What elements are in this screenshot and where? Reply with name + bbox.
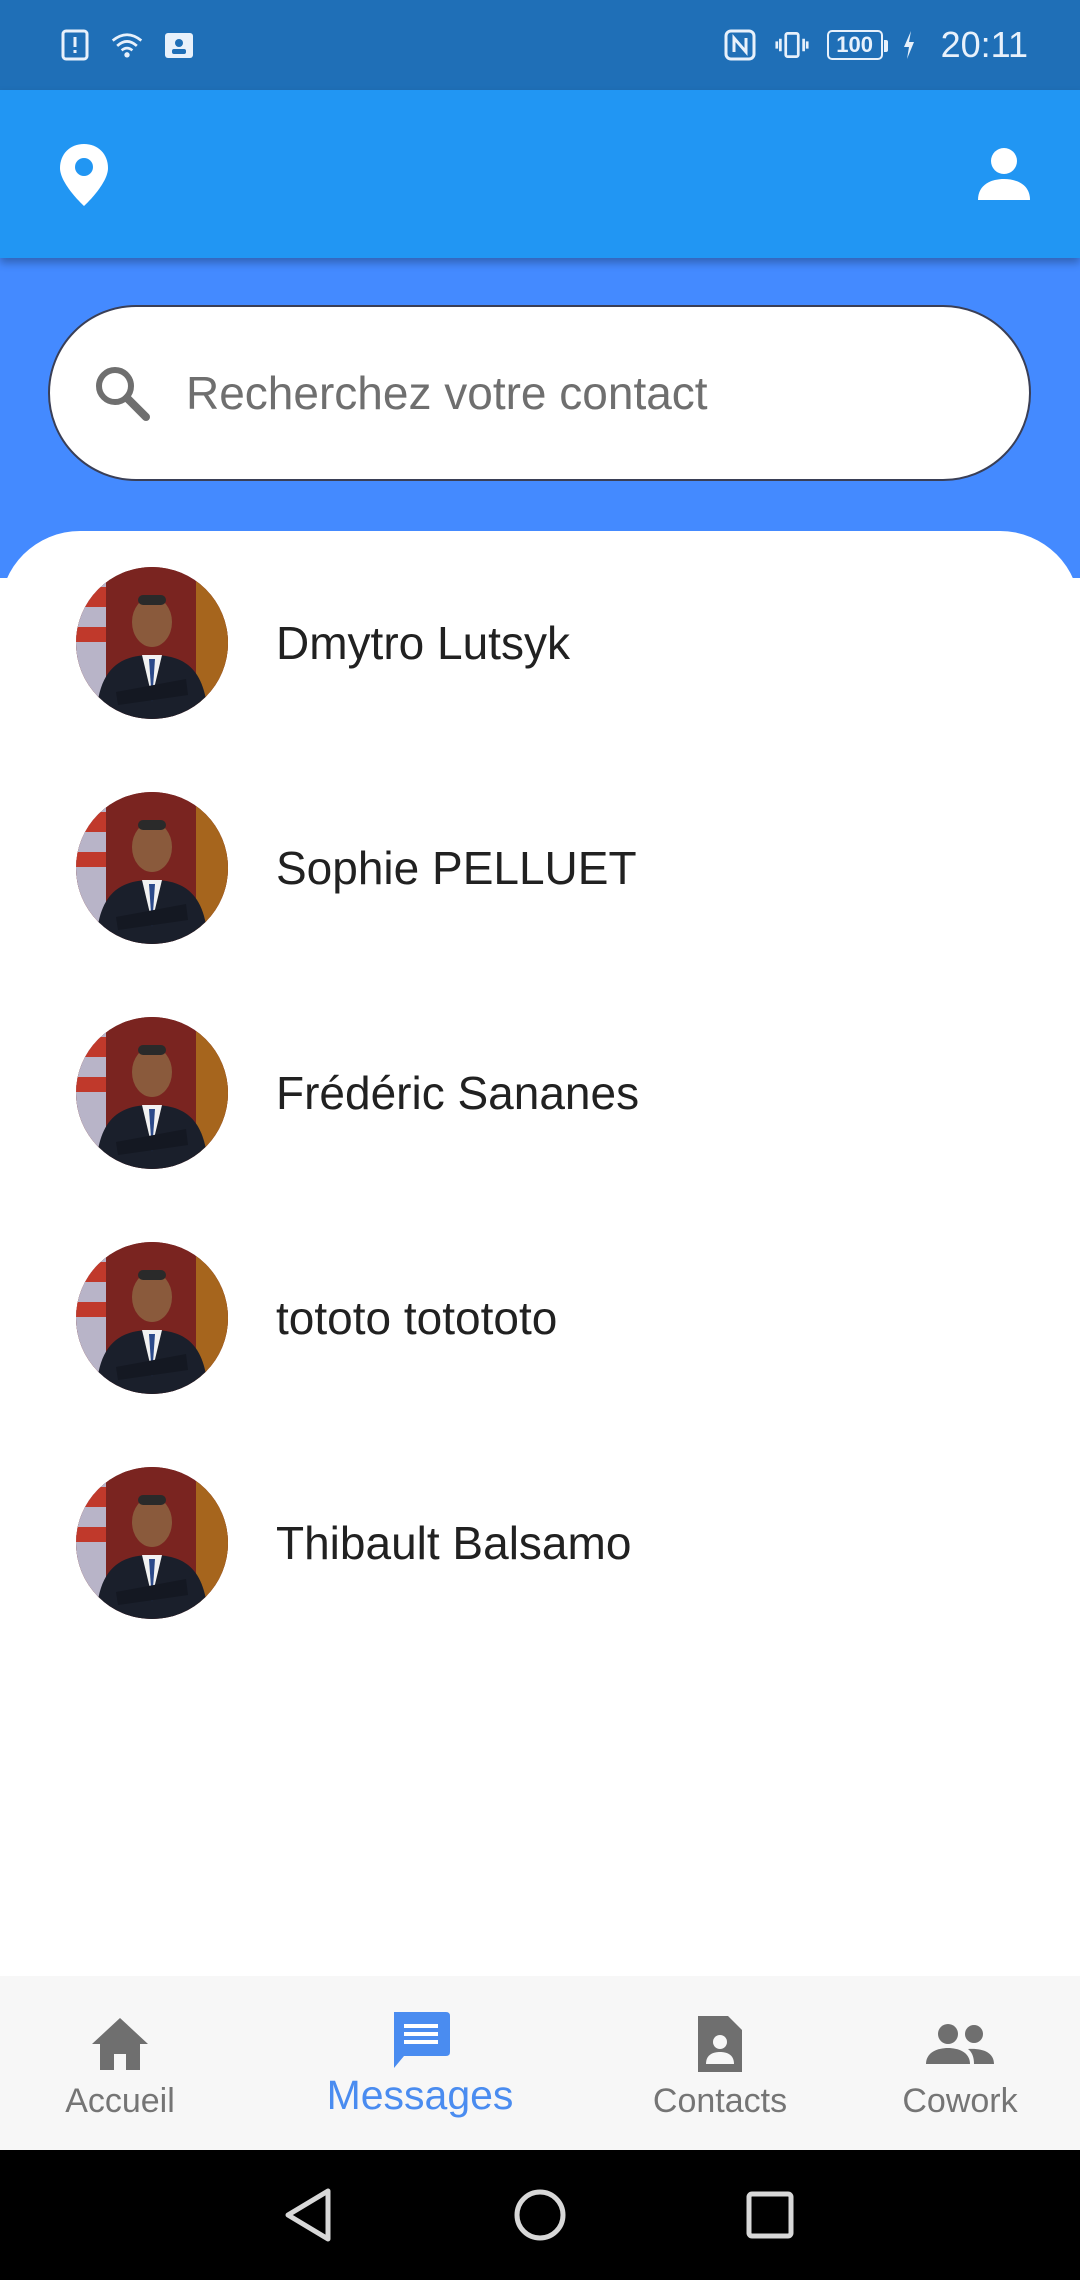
search-icon: [90, 361, 154, 425]
contact-name: tototo totototo: [276, 1292, 558, 1344]
bottom-nav: Accueil Messages Contacts Cowork: [0, 1976, 1080, 2150]
message-icon: [388, 2008, 452, 2072]
search-bar[interactable]: [48, 305, 1031, 481]
avatar: [76, 1017, 228, 1169]
battery-icon: 100: [826, 30, 888, 60]
nfc-icon: [723, 28, 757, 62]
contact-name: Dmytro Lutsyk: [276, 617, 570, 669]
clock: 20:11: [940, 24, 1028, 65]
contact-card-icon: [162, 28, 196, 62]
contact-name: Sophie PELLUET: [276, 842, 637, 894]
contact-name: Frédéric Sananes: [276, 1067, 640, 1119]
charging-icon: [901, 28, 917, 62]
nav-item-messages[interactable]: Messages: [300, 1976, 540, 2150]
recents-icon[interactable]: [740, 2185, 800, 2245]
back-icon[interactable]: [280, 2185, 340, 2245]
battery-level: 100: [836, 32, 873, 57]
nav-item-contacts[interactable]: Contacts: [620, 1976, 820, 2150]
nav-item-accueil[interactable]: Accueil: [40, 1976, 200, 2150]
avatar: [76, 792, 228, 944]
contact-file-icon: [688, 2012, 752, 2076]
list-item[interactable]: Frédéric Sananes: [0, 993, 1080, 1193]
home-circle-icon[interactable]: [510, 2185, 570, 2245]
avatar: [76, 1242, 228, 1394]
people-icon: [924, 2012, 996, 2076]
wifi-icon: [110, 28, 144, 62]
system-nav-bar: [0, 2150, 1080, 2280]
list-item[interactable]: Dmytro Lutsyk: [0, 543, 1080, 743]
list-item[interactable]: Thibault Balsamo: [0, 1443, 1080, 1643]
search-input[interactable]: [184, 365, 948, 421]
contact-name: Thibault Balsamo: [276, 1517, 632, 1569]
status-right-icons: 100 20:11: [723, 24, 1028, 66]
nav-label: Accueil: [65, 2082, 175, 2120]
sim-alert-icon: [58, 28, 92, 62]
home-icon: [88, 2012, 152, 2076]
person-icon[interactable]: [974, 144, 1034, 204]
list-item[interactable]: tototo totototo: [0, 1218, 1080, 1418]
status-left-icons: [58, 28, 196, 62]
contact-list: Dmytro Lutsyk Sophie PELLUET Frédéric Sa…: [0, 531, 1080, 1976]
vibrate-icon: [775, 28, 809, 62]
status-bar: 100 20:11: [0, 0, 1080, 90]
nav-label: Contacts: [652, 2082, 788, 2120]
nav-item-cowork[interactable]: Cowork: [880, 1976, 1040, 2150]
nav-label: Cowork: [902, 2082, 1018, 2120]
location-pin-icon[interactable]: [58, 142, 110, 208]
list-item[interactable]: Sophie PELLUET: [0, 768, 1080, 968]
avatar: [76, 1467, 228, 1619]
app-bar: [0, 90, 1080, 258]
nav-label: Messages: [326, 2072, 514, 2118]
avatar: [76, 567, 228, 719]
